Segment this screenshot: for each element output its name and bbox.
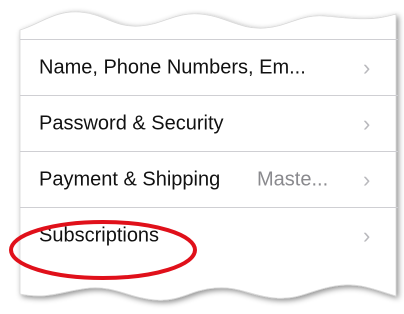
annotation-ellipse bbox=[9, 220, 197, 280]
settings-row-name-phone-email[interactable]: Name, Phone Numbers, Em... › bbox=[20, 39, 398, 95]
row-label: Password & Security bbox=[39, 112, 224, 134]
chevron-right-icon: › bbox=[363, 222, 371, 248]
row-detail-value: Maste... bbox=[257, 168, 329, 190]
chevron-right-icon: › bbox=[363, 54, 371, 80]
chevron-right-icon: › bbox=[363, 166, 371, 192]
chevron-right-icon: › bbox=[363, 110, 371, 136]
row-label: Name, Phone Numbers, Em... bbox=[39, 56, 306, 78]
screenshot-clip: Name, Phone Numbers, Em... › Password & … bbox=[0, 0, 404, 314]
annotation-circle bbox=[9, 220, 197, 280]
settings-row-payment-shipping[interactable]: Payment & Shipping Maste... › bbox=[20, 151, 398, 207]
row-label: Payment & Shipping bbox=[39, 168, 221, 190]
settings-row-password-security[interactable]: Password & Security › bbox=[20, 95, 398, 151]
